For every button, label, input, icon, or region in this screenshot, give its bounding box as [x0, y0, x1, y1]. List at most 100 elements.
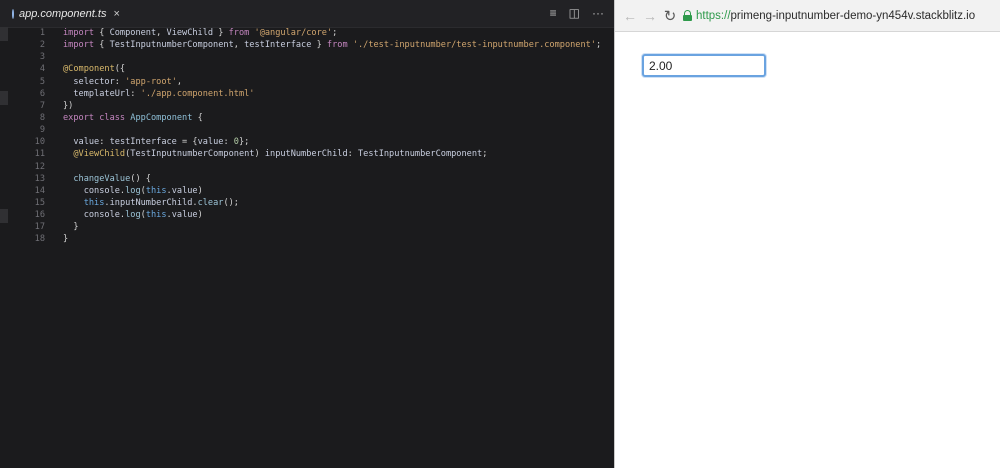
code-line[interactable]: 10 value: testInterface = {value: 0}; — [0, 136, 614, 148]
code-line[interactable]: 17 } — [0, 221, 614, 233]
line-number: 8 — [39, 112, 45, 123]
code-token: @Component — [63, 64, 115, 75]
code-token: './app.component.html' — [140, 88, 255, 99]
close-tab-button[interactable]: × — [113, 8, 119, 20]
page-content — [615, 32, 1000, 468]
code-line[interactable]: 6 templateUrl: './app.component.html' — [0, 88, 614, 100]
code-token: import — [63, 40, 95, 51]
code-text: this.inputNumberChild.clear(); — [63, 197, 239, 209]
code-line[interactable]: 18} — [0, 233, 614, 245]
split-editor-icon[interactable]: ◫ — [569, 6, 580, 20]
back-arrow-icon[interactable]: ← — [621, 7, 639, 25]
code-text: } — [63, 221, 78, 233]
code-token: , — [176, 76, 183, 87]
code-line[interactable]: 13 changeValue() { — [0, 173, 614, 185]
code-text: import { TestInputnumberComponent, testI… — [63, 39, 601, 51]
code-area[interactable]: 1 import { Component, ViewChild } from '@… — [0, 27, 614, 246]
code-token: 'app-root' — [125, 76, 177, 87]
code-token: () { — [130, 173, 151, 184]
code-token: } — [213, 28, 229, 38]
code-token: : — [347, 149, 358, 160]
code-token: }; — [238, 137, 250, 148]
line-number: 16 — [34, 210, 45, 221]
reload-icon[interactable]: ↻ — [661, 7, 679, 25]
tab-app-component[interactable]: app.component.ts × — [12, 0, 120, 27]
code-line[interactable]: 2 import { TestInputnumberComponent, test… — [0, 39, 614, 51]
line-number: 6 — [39, 88, 45, 99]
code-token: value — [171, 210, 198, 221]
code-token: inputNumberChild — [109, 197, 193, 208]
line-number: 18 — [34, 234, 45, 245]
code-line[interactable]: 11 @ViewChild(TestInputnumberComponent) … — [0, 148, 614, 160]
code-token: console — [83, 185, 120, 196]
code-token: { — [192, 112, 203, 123]
input-number-field[interactable] — [642, 54, 766, 77]
forward-arrow-icon[interactable]: → — [641, 7, 659, 25]
code-token: TestInputnumberComponent — [109, 40, 234, 51]
code-text: changeValue() { — [63, 173, 151, 185]
code-token: ; — [596, 40, 602, 51]
code-token: : — [114, 76, 126, 87]
code-line[interactable]: 16 console.log(this.value) — [0, 209, 614, 221]
address-bar[interactable]: https://primeng-inputnumber-demo-yn454v.… — [683, 5, 999, 26]
editor-actions: ≡ ◫ ··· — [550, 6, 604, 20]
code-text: value: testInterface = {value: 0}; — [63, 136, 249, 148]
lock-icon — [683, 10, 692, 21]
code-text: }) — [63, 100, 73, 112]
code-token: this — [145, 210, 167, 221]
code-token: templateUrl — [73, 88, 131, 99]
code-line[interactable]: 4 @Component({ — [0, 63, 614, 75]
line-number: 10 — [34, 137, 45, 148]
code-token: } — [311, 40, 327, 51]
code-token: log — [125, 185, 141, 196]
code-token: selector — [73, 76, 115, 87]
code-token: from — [228, 28, 250, 38]
code-editor: app.component.ts × ≡ ◫ ··· 1 import { Com… — [0, 0, 614, 468]
code-token: value — [171, 185, 198, 196]
code-token: testInterface — [244, 40, 312, 51]
code-token: TestInputnumberComponent — [130, 149, 255, 160]
code-token: ; — [482, 149, 488, 160]
code-token: changeValue — [73, 173, 131, 184]
code-token: Component — [109, 28, 157, 38]
more-actions-icon[interactable]: ··· — [592, 6, 604, 20]
code-text: templateUrl: './app.component.html' — [63, 88, 254, 100]
code-token: ; — [332, 28, 338, 38]
tab-label: app.component.ts — [19, 7, 107, 20]
url-scheme: https:// — [696, 9, 731, 22]
line-number: 15 — [34, 197, 45, 208]
code-token: TestInputnumberComponent — [358, 149, 483, 160]
code-line[interactable]: 8 export class AppComponent { — [0, 112, 614, 124]
code-line[interactable]: 1 import { Component, ViewChild } from '@… — [0, 27, 614, 39]
code-line[interactable]: 14 console.log(this.value) — [0, 185, 614, 197]
code-token: , — [156, 28, 167, 38]
code-line[interactable]: 15 this.inputNumberChild.clear(); — [0, 197, 614, 209]
code-token: : — [130, 88, 141, 99]
code-text: import { Component, ViewChild } from '@a… — [63, 27, 337, 39]
code-text: console.log(this.value) — [63, 185, 203, 197]
code-line[interactable]: 7}) — [0, 100, 614, 112]
code-token: from — [326, 40, 348, 51]
code-text: @Component({ — [63, 63, 125, 75]
code-token: this — [83, 197, 105, 208]
code-token: console — [83, 210, 120, 221]
code-text: selector: 'app-root', — [63, 76, 182, 88]
code-token: { — [94, 40, 110, 51]
code-token: } — [63, 234, 69, 245]
line-number: 1 — [39, 28, 45, 38]
code-line[interactable]: 9 — [0, 124, 614, 136]
code-line[interactable]: 12 — [0, 161, 614, 173]
code-token: ) — [197, 185, 203, 196]
code-token: value — [197, 137, 224, 148]
code-token: ) — [197, 210, 203, 221]
typescript-file-icon — [12, 8, 14, 19]
code-token: : — [99, 137, 110, 148]
code-line[interactable]: 3 — [0, 51, 614, 63]
url-host: primeng-inputnumber-demo-yn454v.stackbli… — [730, 9, 976, 22]
code-token: ViewChild — [166, 28, 214, 38]
code-line[interactable]: 5 selector: 'app-root', — [0, 76, 614, 88]
outline-icon[interactable]: ≡ — [550, 6, 557, 20]
